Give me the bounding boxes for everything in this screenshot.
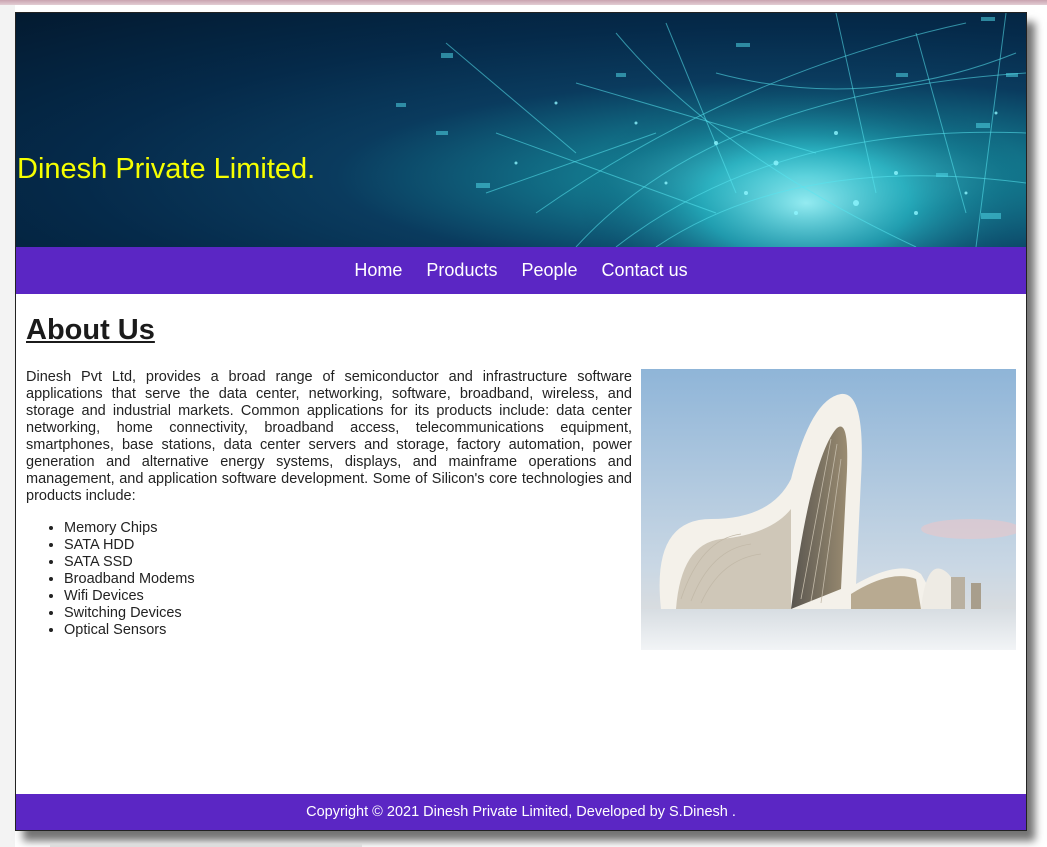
main-content: About Us Dinesh Pvt Ltd, provides a broa… xyxy=(16,294,1026,794)
list-item: SATA HDD xyxy=(64,537,195,554)
building-photo xyxy=(641,369,1016,650)
page-footer: Copyright © 2021 Dinesh Private Limited,… xyxy=(16,794,1026,830)
page-container: Dinesh Private Limited. Home Products Pe… xyxy=(15,12,1027,831)
header-banner: Dinesh Private Limited. xyxy=(16,13,1026,247)
list-item: Broadband Modems xyxy=(64,571,195,588)
product-list: Memory Chips SATA HDD SATA SSD Broadband… xyxy=(64,520,195,639)
main-navbar: Home Products People Contact us xyxy=(16,247,1026,294)
about-heading: About Us xyxy=(26,314,155,346)
site-title: Dinesh Private Limited. xyxy=(17,153,316,185)
browser-top-strip xyxy=(0,0,1047,5)
list-item: Wifi Devices xyxy=(64,588,195,605)
nav-link-contact[interactable]: Contact us xyxy=(602,260,688,281)
about-paragraph: Dinesh Pvt Ltd, provides a broad range o… xyxy=(26,369,632,504)
copyright-text: Copyright © 2021 Dinesh Private Limited,… xyxy=(306,804,736,820)
nav-link-home[interactable]: Home xyxy=(354,260,402,281)
list-item: Switching Devices xyxy=(64,605,195,622)
nav-link-people[interactable]: People xyxy=(521,260,577,281)
building-illustration xyxy=(641,369,1016,650)
list-item: Memory Chips xyxy=(64,520,195,537)
globe-network-graphic xyxy=(396,13,1026,247)
list-item: Optical Sensors xyxy=(64,622,195,639)
nav-link-products[interactable]: Products xyxy=(426,260,497,281)
page-left-margin xyxy=(0,5,15,847)
list-item: SATA SSD xyxy=(64,554,195,571)
